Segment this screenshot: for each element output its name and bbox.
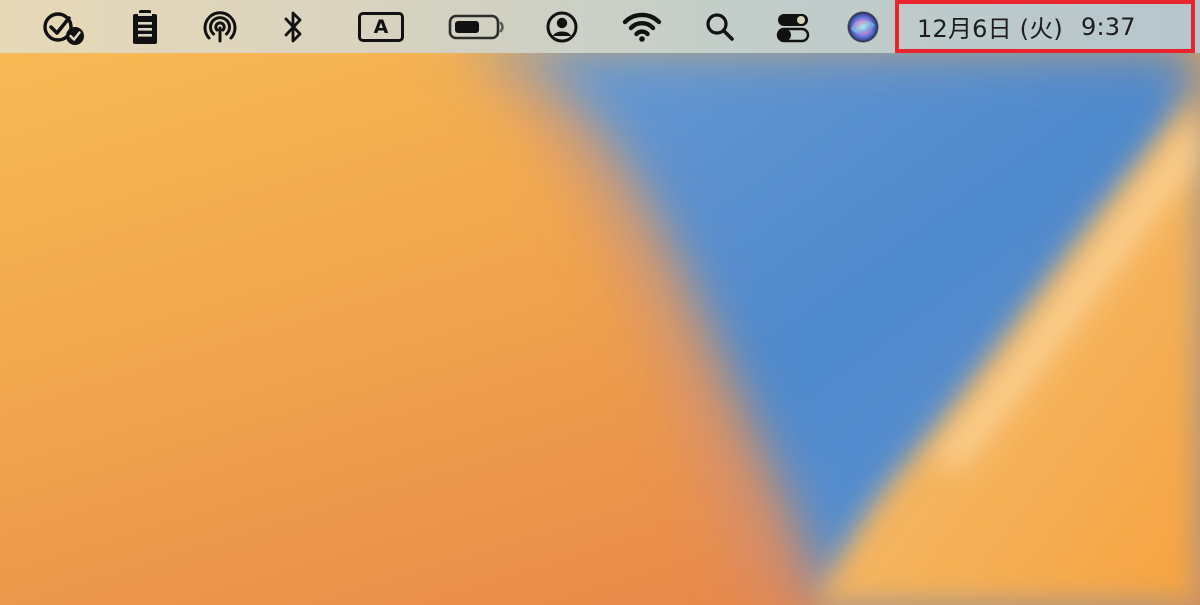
menu-bar-clock[interactable]: 12月6日 (火) 9:37 (895, 0, 1195, 53)
wifi-icon[interactable] (620, 0, 664, 53)
clipboard-icon[interactable] (123, 0, 167, 53)
airdrop-icon[interactable] (198, 0, 242, 53)
reminder-check-icon[interactable] (38, 0, 88, 53)
spotlight-search-icon[interactable] (700, 0, 740, 53)
input-source-icon[interactable]: A (353, 0, 409, 53)
clock-date: 12月6日 (火) (917, 15, 1063, 43)
wallpaper (0, 0, 1200, 605)
input-source-label: A (358, 11, 404, 42)
control-center-icon[interactable] (772, 0, 814, 53)
battery-icon[interactable] (446, 0, 508, 53)
siri-icon[interactable] (843, 0, 883, 53)
bluetooth-icon[interactable] (275, 0, 311, 53)
menu-bar: A 12月6日 (火) 9:37 (0, 0, 1200, 53)
user-account-icon[interactable] (542, 0, 582, 53)
clock-time: 9:37 (1080, 12, 1136, 41)
desktop-screen: A 12月6日 (火) 9:37 (0, 0, 1200, 605)
